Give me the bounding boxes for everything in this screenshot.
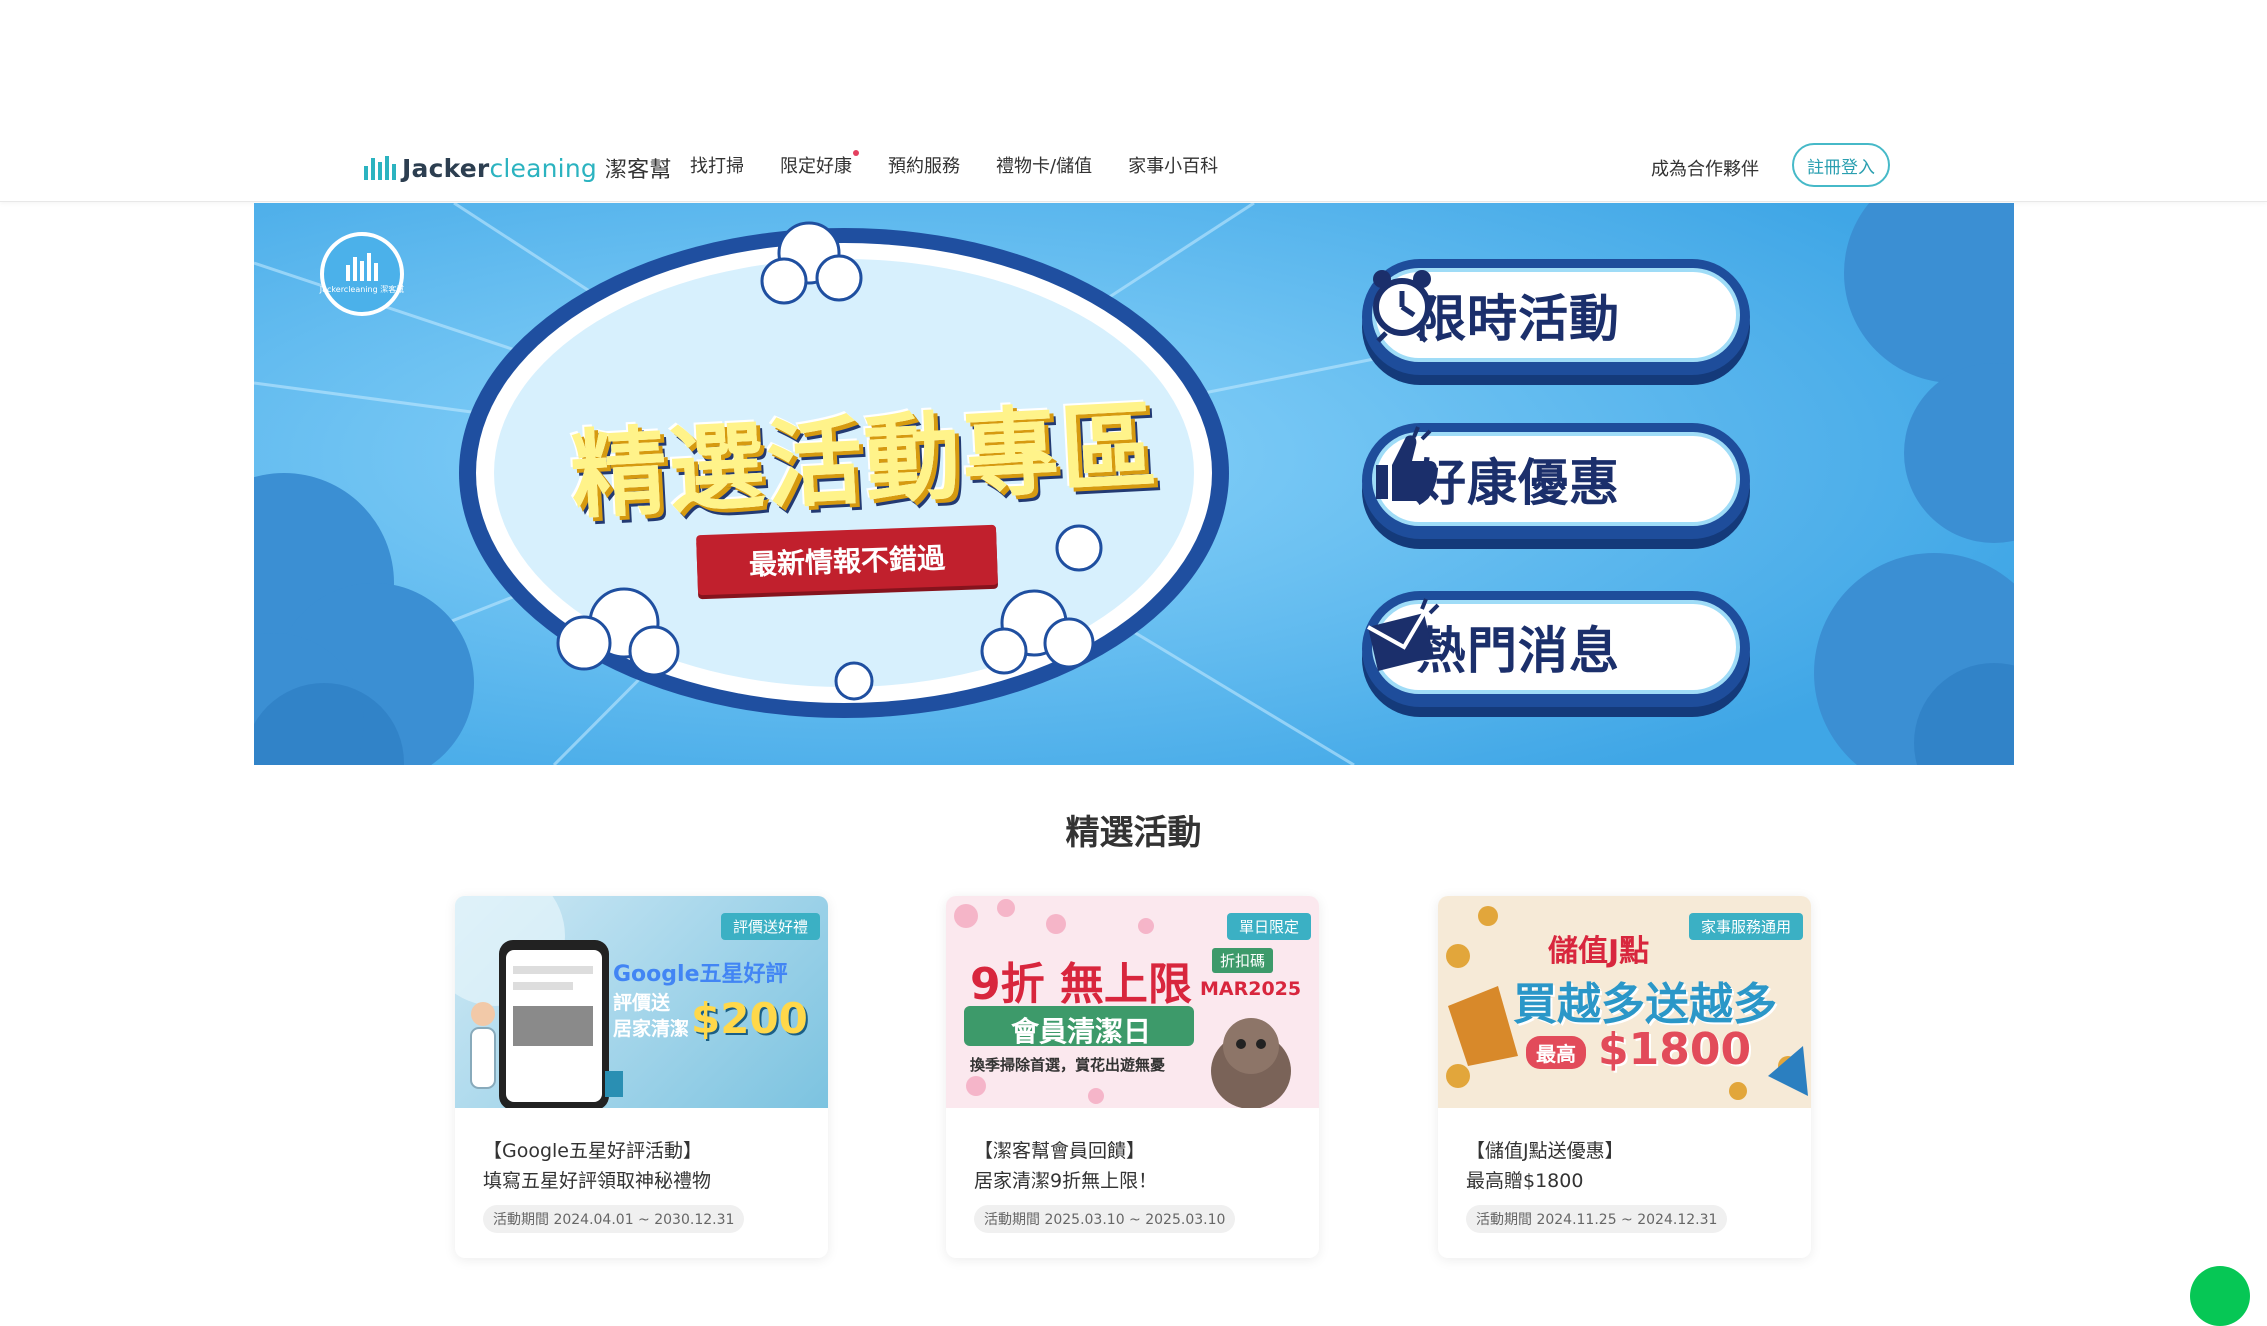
line-chat-button[interactable] [2190, 1266, 2250, 1326]
card-tag: 單日限定 [1226, 913, 1311, 940]
event-card-image: 儲值J點 買越多送越多 最高 $1800 家事服務通用 [1438, 896, 1811, 1108]
card-period: 活動期間 2025.03.10 ~ 2025.03.10 [974, 1205, 1236, 1233]
hot-news-button[interactable]: 熱門消息 [1362, 591, 1750, 707]
section-title: 精選活動 [1065, 813, 1202, 853]
limited-time-events-button[interactable]: 限時活動 [1362, 259, 1750, 375]
logo-bars-icon [346, 253, 378, 281]
card-img-headline: 9折 無上限 [970, 959, 1192, 1010]
card-img-sub: 買越多送越多 [1513, 979, 1777, 1030]
great-deals-button[interactable]: 好康優惠 [1362, 423, 1750, 539]
nav-item-book-service[interactable]: 預約服務 [888, 152, 960, 178]
card-img-headline: Google五星好評 [613, 962, 788, 987]
card-period: 活動期間 2024.11.25 ~ 2024.12.31 [1466, 1205, 1728, 1233]
card-img-amount: $1800 [1598, 1024, 1752, 1075]
logo-brand-light: cleaning [489, 154, 597, 183]
card-tag: 家事服務通用 [1688, 913, 1803, 940]
nav-item-gift-card[interactable]: 禮物卡/儲值 [996, 152, 1092, 178]
logo-bars-icon [364, 156, 396, 180]
alarm-clock-icon [1373, 270, 1431, 343]
card-img-sub2: 居家清潔 [613, 1018, 690, 1040]
event-card-image: Google五星好評 評價送 居家清潔 $200 評價送好禮 [455, 896, 828, 1108]
event-card-image: 9折 無上限 會員清潔日 換季掃除首選，賞花出遊無憂 折扣碼 MAR2025 單… [946, 896, 1319, 1108]
card-title: 【Google五星好評活動】 [483, 1140, 703, 1162]
event-card-stored-value[interactable]: 儲值J點 買越多送越多 最高 $1800 家事服務通用 【儲值J點送優惠】 最高… [1438, 896, 1811, 1258]
thumbs-up-icon [1376, 426, 1437, 501]
card-tag: 評價送好禮 [720, 913, 820, 940]
card-img-code-label: 折扣碼 [1212, 948, 1274, 973]
event-card-google-review[interactable]: Google五星好評 評價送 居家清潔 $200 評價送好禮 【Google五星… [455, 896, 828, 1258]
nav-item-limited-deals[interactable]: 限定好康 [780, 150, 859, 178]
card-title: 【潔客幫會員回饋】 [974, 1140, 1146, 1162]
card-img-sub: 評價送 [613, 992, 671, 1014]
banner-ribbon: 最新情報不錯過 [696, 524, 998, 596]
hero-banner[interactable]: Jackercleaning 潔客幫 精選活動專區 最新情報不錯過 限時活動 好… [254, 203, 2014, 765]
card-img-sub2: 換季掃除首選，賞花出遊無憂 [970, 1056, 1166, 1074]
card-img-headline: 儲值J點 [1548, 934, 1650, 969]
site-logo[interactable]: Jackercleaning 潔客幫 [364, 150, 672, 186]
banner-brand-badge: Jackercleaning 潔客幫 [320, 232, 404, 316]
card-subtitle: 居家清潔9折無上限！ [974, 1170, 1158, 1192]
card-subtitle: 最高贈$1800 [1466, 1170, 1584, 1192]
event-card-member-day[interactable]: 9折 無上限 會員清潔日 換季掃除首選，賞花出遊無憂 折扣碼 MAR2025 單… [946, 896, 1319, 1258]
notification-dot [853, 150, 859, 156]
logo-brand-bold: Jacker [402, 154, 490, 183]
site-header: Jackercleaning 潔客幫 找打掃 限定好康 預約服務 禮物卡/儲值 家… [0, 0, 2267, 202]
card-img-amount: $200 [691, 994, 808, 1043]
nav-item-home-tips[interactable]: 家事小百科 [1128, 152, 1218, 178]
logo-brand-cn: 潔客幫 [604, 158, 672, 183]
card-img-code: MAR2025 [1200, 978, 1302, 1000]
banner-badge-text: Jackercleaning 潔客幫 [319, 285, 405, 294]
card-img-sub2: 最高 [1526, 1036, 1586, 1069]
nav-item-find-cleaning[interactable]: 找打掃 [690, 152, 744, 178]
register-login-button[interactable]: 註冊登入 [1792, 143, 1890, 187]
card-subtitle: 填寫五星好評領取神秘禮物 [483, 1170, 712, 1192]
card-title: 【儲值J點送優惠】 [1466, 1140, 1624, 1162]
become-partner-link[interactable]: 成為合作夥伴 [1651, 155, 1759, 181]
main-nav: 找打掃 限定好康 預約服務 禮物卡/儲值 家事小百科 [690, 150, 1218, 178]
card-period: 活動期間 2024.04.01 ~ 2030.12.31 [483, 1205, 745, 1233]
envelope-icon [1367, 598, 1440, 671]
card-img-sub: 會員清潔日 [1010, 1015, 1151, 1048]
